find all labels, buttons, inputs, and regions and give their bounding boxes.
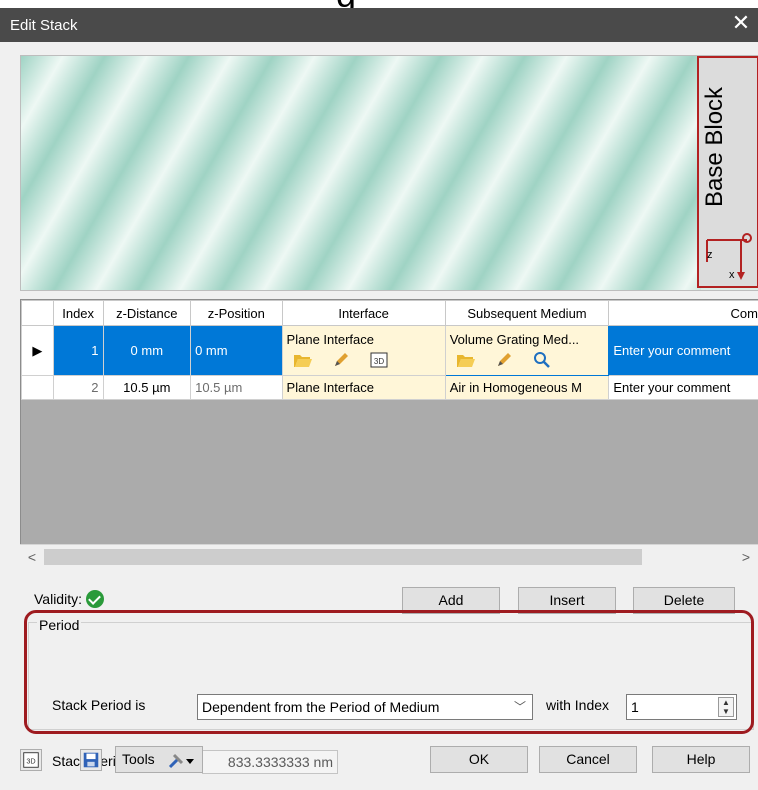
cancel-button[interactable]: Cancel [539,746,637,773]
svg-text:3D: 3D [373,357,383,366]
edit-pencil-icon[interactable] [494,351,514,369]
table-row[interactable]: ▶ 1 0 mm 0 mm Plane Interface 3D Volume … [21,325,758,376]
edit-pencil-icon[interactable] [331,351,351,369]
open-folder-icon[interactable] [456,351,476,369]
cell-z-distance[interactable]: 10.5 µm [102,375,192,400]
interface-name: Plane Interface [286,332,374,347]
axis-x-label: x [729,269,735,281]
open-folder-icon[interactable] [293,351,313,369]
cell-z-position[interactable]: 0 mm [190,325,283,376]
cell-index[interactable]: 2 [52,375,104,400]
medium-name: Volume Grating Med... [449,332,580,347]
axis-z-label: z [707,249,713,261]
validity-label: Validity: [34,591,82,607]
column-header-z-position[interactable]: z-Position [190,300,283,326]
scrollbar-thumb[interactable] [44,549,642,565]
column-header-comment[interactable]: Com [608,300,758,326]
save-icon[interactable] [80,749,102,771]
view-3d-icon[interactable]: 3D [20,749,42,771]
help-button[interactable]: Help [652,746,750,773]
column-header-interface[interactable]: Interface [281,300,446,326]
tools-label: Tools [122,751,155,767]
column-header-subsequent-medium[interactable]: Subsequent Medium [444,300,610,326]
check-ok-icon [85,590,104,608]
cell-comment[interactable]: Enter your comment [608,325,758,376]
view-3d-icon[interactable]: 3D [369,351,389,369]
magnifier-icon[interactable] [532,351,552,369]
axes-icon: z x [706,233,752,281]
tools-menu-button[interactable]: Tools [115,746,203,773]
cell-interface[interactable]: Plane Interface [281,375,446,400]
svg-text:3D: 3D [26,757,35,766]
column-header-marker [21,300,54,326]
row-selector[interactable] [21,375,54,400]
grating-pattern [21,56,701,290]
scroll-left-icon[interactable]: < [24,549,40,567]
stack-grid[interactable]: Index z-Distance z-Position Interface Su… [20,299,758,570]
scroll-right-icon[interactable]: > [738,549,754,567]
cell-comment[interactable]: Enter your comment [608,375,758,400]
column-header-z-distance[interactable]: z-Distance [102,300,192,326]
title-bar: g Edit Stack ✕ [0,0,758,42]
stack-period-field: 833.3333333 nm [202,750,338,774]
window-title: Edit Stack [10,17,78,34]
ok-button[interactable]: OK [430,746,528,773]
table-header-row: Index z-Distance z-Position Interface Su… [21,300,758,326]
title-strip [0,8,758,42]
base-block-label: Base Block [701,86,728,208]
cell-subsequent-medium[interactable]: Volume Grating Med... [444,325,610,376]
row-selector[interactable]: ▶ [21,325,54,376]
cell-subsequent-medium[interactable]: Air in Homogeneous M [444,375,610,400]
highlight-frame [24,610,754,734]
cell-index[interactable]: 1 [52,325,104,376]
stack-preview: Base Block z x [20,55,758,291]
cell-interface[interactable]: Plane Interface 3D [281,325,446,376]
table-row[interactable]: 2 10.5 µm 10.5 µm Plane Interface Air in… [21,375,758,400]
cell-z-distance[interactable]: 0 mm [102,325,192,376]
validity-indicator: Validity: [34,590,104,608]
stack-table: Index z-Distance z-Position Interface Su… [21,300,758,400]
close-icon[interactable]: ✕ [730,12,752,34]
column-header-index[interactable]: Index [52,300,104,326]
horizontal-scrollbar[interactable]: < > [20,544,758,570]
tools-icon [168,753,194,769]
base-block-panel: Base Block z x [697,56,758,288]
cell-z-position[interactable]: 10.5 µm [190,375,283,400]
